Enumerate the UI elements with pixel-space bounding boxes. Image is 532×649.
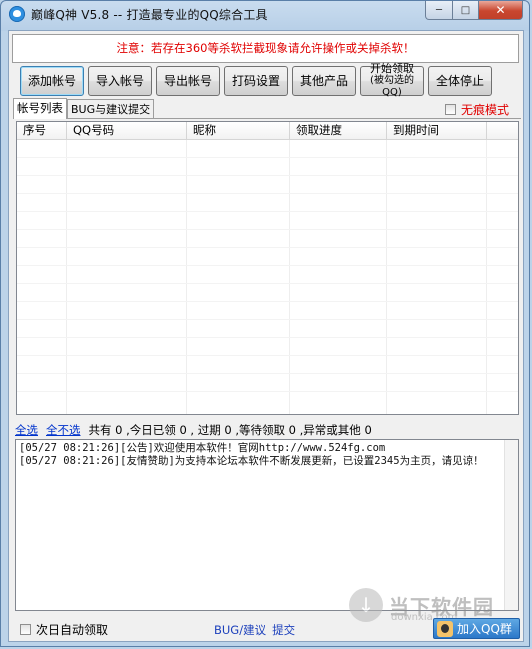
select-none-link[interactable]: 全不选 <box>46 422 81 438</box>
table-header: 序号 QQ号码 昵称 领取进度 到期时间 <box>17 122 518 140</box>
grid-line <box>17 193 518 194</box>
start-claim-label: 开始领取 <box>370 62 414 75</box>
maximize-button[interactable]: □ <box>453 1 479 20</box>
grid-line <box>17 301 518 302</box>
notice-banner: 注意：若存在360等杀软拦截现象请允许操作或关掉杀软！ <box>12 34 519 63</box>
grid-line <box>17 211 518 212</box>
grid-line <box>17 283 518 284</box>
start-claim-sublabel: (被勾选的QQ) <box>370 75 414 98</box>
column-header-progress[interactable]: 领取进度 <box>290 122 387 139</box>
client-area: 注意：若存在360等杀软拦截现象请允许操作或关掉杀软！ 添加帐号 导入帐号 导出… <box>8 30 524 642</box>
close-icon: ✕ <box>495 3 506 17</box>
status-summary: 共有 0 ,今日已领 0 , 过期 0 ,等待领取 0 ,异常或其他 0 <box>88 423 372 437</box>
export-account-button[interactable]: 导出帐号 <box>156 66 220 96</box>
maximize-icon: □ <box>460 4 471 16</box>
minimize-button[interactable]: ─ <box>425 1 453 20</box>
log-line: [05/27 08:21:26][友情赞助]为支持本论坛本软件不断发展更新，已设… <box>19 455 484 467</box>
grid-line <box>17 373 518 374</box>
select-all-link[interactable]: 全选 <box>15 422 38 438</box>
start-claim-button[interactable]: 开始领取 (被勾选的QQ) <box>360 62 424 98</box>
bottom-bar: 次日自动领取 BUG/建议 提交 ↓ 当下软件园 downxia.com 加入QQ… <box>9 588 523 641</box>
qq-group-icon <box>437 620 453 637</box>
grid-line <box>17 337 518 338</box>
bug-feedback: BUG/建议 提交 <box>214 622 295 638</box>
tab-strip: 帐号列表 BUG与建议提交 <box>13 98 155 119</box>
grid-line <box>17 391 518 392</box>
join-qq-label: 加入QQ群 <box>457 622 512 636</box>
download-arrow-icon: ↓ <box>349 588 383 622</box>
join-qq-group-button[interactable]: 加入QQ群 <box>433 618 520 639</box>
log-line: [05/27 08:21:26][公告]欢迎使用本软件！官网http://www… <box>19 442 386 454</box>
column-header-qq[interactable]: QQ号码 <box>67 122 187 139</box>
auto-claim-box[interactable] <box>20 624 31 635</box>
tab-account-list[interactable]: 帐号列表 <box>13 98 67 119</box>
grid-line <box>17 247 518 248</box>
captcha-settings-button[interactable]: 打码设置 <box>224 66 288 96</box>
tab-divider <box>13 118 521 119</box>
grid-line <box>17 175 518 176</box>
grid-line <box>17 355 518 356</box>
column-header-expiry[interactable]: 到期时间 <box>387 122 487 139</box>
close-button[interactable]: ✕ <box>479 1 523 20</box>
account-table[interactable]: 序号 QQ号码 昵称 领取进度 到期时间 <box>16 121 519 415</box>
main-window: 巅峰Q神 V5.8 -- 打造最专业的QQ综合工具 ─ □ ✕ 注意：若存在36… <box>0 0 530 647</box>
add-account-button[interactable]: 添加帐号 <box>20 66 84 96</box>
stealth-mode-label: 无痕模式 <box>460 103 509 117</box>
window-title: 巅峰Q神 V5.8 -- 打造最专业的QQ综合工具 <box>31 8 268 22</box>
stealth-mode-box[interactable] <box>444 104 456 115</box>
stop-all-button[interactable]: 全体停止 <box>428 66 492 96</box>
grid-line <box>17 319 518 320</box>
stealth-mode-checkbox[interactable]: 无痕模式 <box>444 101 509 118</box>
auto-claim-checkbox[interactable]: 次日自动领取 <box>20 621 108 638</box>
toolbar: 添加帐号 导入帐号 导出帐号 打码设置 其他产品 开始领取 (被勾选的QQ) 全… <box>20 62 517 98</box>
auto-claim-label: 次日自动领取 <box>36 623 109 637</box>
app-bird-icon <box>9 6 25 22</box>
grid-line <box>17 229 518 230</box>
import-account-button[interactable]: 导入帐号 <box>88 66 152 96</box>
submit-link[interactable]: 提交 <box>272 623 295 637</box>
tab-bug-submit[interactable]: BUG与建议提交 <box>67 99 155 118</box>
table-body <box>17 140 518 414</box>
grid-line <box>17 157 518 158</box>
bug-suggestion-link[interactable]: BUG/建议 <box>214 623 266 637</box>
minimize-icon: ─ <box>435 4 443 16</box>
title-bar[interactable]: 巅峰Q神 V5.8 -- 打造最专业的QQ综合工具 ─ □ ✕ <box>1 1 529 27</box>
window-controls: ─ □ ✕ <box>425 1 523 20</box>
column-header-nickname[interactable]: 昵称 <box>187 122 290 139</box>
status-bar: 全选 全不选 共有 0 ,今日已领 0 , 过期 0 ,等待领取 0 ,异常或其… <box>15 422 372 438</box>
other-products-button[interactable]: 其他产品 <box>292 66 356 96</box>
column-header-index[interactable]: 序号 <box>17 122 67 139</box>
grid-line <box>17 265 518 266</box>
